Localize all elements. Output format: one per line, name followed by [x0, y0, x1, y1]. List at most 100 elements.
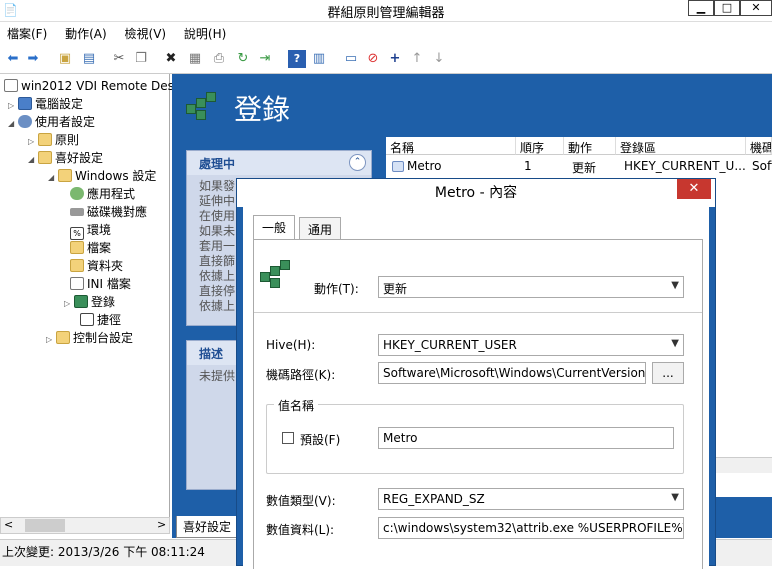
value-data-label: 數值資料(L): [266, 523, 335, 537]
scroll-left-icon[interactable]: < [4, 518, 13, 531]
toolbar: ⬅ ➡ ▣ ▤ ✂ ❐ ✖ ▦ ⎙ ↻ ⇥ ? ▥ ▭ ⊘ + ↑ ↓ [0, 44, 772, 74]
tree-item-drive-maps[interactable]: 磁碟機對應 [70, 203, 147, 221]
export-icon[interactable]: ⇥ [256, 50, 274, 68]
menu-view[interactable]: 檢視(V) [118, 22, 174, 42]
tree-item-preferences[interactable]: ◢ 喜好設定 [28, 149, 103, 167]
action-select[interactable]: 更新 ▼ [378, 276, 684, 298]
tree-item-policies[interactable]: ▷ 原則 [28, 131, 79, 149]
value-data-input[interactable]: c:\windows\system32\attrib.exe %USERPROF… [378, 517, 684, 539]
help-icon[interactable]: ? [288, 50, 306, 68]
print-icon[interactable]: ⎙ [210, 50, 228, 68]
row-key: Soft [752, 159, 772, 173]
collapse-icon[interactable]: ⌃ [349, 154, 366, 171]
window-title: 群組原則管理編輯器 [327, 6, 445, 21]
files-icon [70, 241, 84, 254]
row-hive: HKEY_CURRENT_U... [624, 159, 746, 173]
move-up-icon[interactable]: ↑ [408, 50, 426, 68]
forward-icon[interactable]: ➡ [24, 50, 42, 68]
tree-item-control-panel[interactable]: ▷ 控制台設定 [46, 329, 133, 347]
drive-icon [70, 208, 84, 216]
list-blank-area [716, 177, 772, 497]
dialog-title: Metro - 內容 [237, 179, 715, 207]
value-type-select[interactable]: REG_EXPAND_SZ ▼ [378, 488, 684, 510]
pane-heading: 登錄 [234, 93, 291, 126]
chevron-down-icon: ▼ [671, 338, 679, 349]
chevron-down-icon: ▼ [671, 492, 679, 503]
folder-icon [38, 151, 52, 164]
registry-value-icon [392, 161, 404, 172]
pane-banner: 登錄 [172, 74, 772, 136]
console-tree: win2012 VDI Remote Desl ▷ 電腦設定 ◢ 使用者設定 ▷ 原則… [0, 74, 177, 518]
tree-item-applications[interactable]: 應用程式 [70, 185, 135, 203]
maximize-button[interactable]: □ [714, 0, 740, 16]
menu-bar: 檔案(F) 動作(A) 檢視(V) 說明(H) [0, 22, 772, 44]
back-icon[interactable]: ⬅ [4, 50, 22, 68]
tree-item-shortcuts[interactable]: 捷徑 [80, 311, 121, 329]
column-header-hive[interactable]: 登錄區 [616, 137, 746, 155]
hive-select[interactable]: HKEY_CURRENT_USER ▼ [378, 334, 684, 356]
dialog-close-button[interactable]: ✕ [677, 179, 711, 199]
tab-general[interactable]: 一般 [253, 215, 296, 240]
action-pane-icon[interactable]: ▥ [310, 50, 328, 68]
tree-item-windows-settings[interactable]: ◢ Windows 設定 [48, 167, 156, 185]
up-folder-icon[interactable]: ▣ [56, 50, 74, 68]
scroll-right-icon[interactable]: > [157, 518, 166, 531]
stop-icon[interactable]: ⊘ [364, 50, 382, 68]
scroll-thumb[interactable] [25, 519, 65, 532]
column-header-key[interactable]: 機碼 [746, 137, 772, 155]
tree-root[interactable]: win2012 VDI Remote Desl [4, 77, 177, 95]
default-checkbox[interactable] [282, 432, 294, 444]
new-item-icon[interactable]: ▭ [342, 50, 360, 68]
registry-item-icon [260, 258, 290, 288]
applications-icon [70, 187, 84, 200]
add-icon[interactable]: + [386, 50, 404, 68]
properties-icon[interactable]: ▦ [186, 50, 204, 68]
browse-button[interactable]: ... [652, 362, 684, 384]
tree-item-user-config[interactable]: ◢ 使用者設定 [8, 113, 95, 131]
tab-preferences[interactable]: 喜好設定 [176, 516, 238, 538]
column-header-order[interactable]: 順序 [516, 137, 564, 155]
folder-icon [58, 169, 72, 182]
hive-label: Hive(H): [266, 338, 316, 352]
menu-help[interactable]: 說明(H) [177, 22, 233, 42]
general-tab-panel: 動作(T): 更新 ▼ Hive(H): HKEY_CURRENT_USER ▼ 機… [253, 239, 703, 569]
close-button[interactable]: ✕ [740, 0, 772, 16]
row-order: 1 [524, 159, 532, 173]
processing-title: 處理中 [187, 151, 371, 175]
policy-doc-icon [4, 79, 18, 92]
registry-large-icon [186, 90, 216, 120]
key-path-input[interactable]: Software\Microsoft\Windows\CurrentVersio… [378, 362, 646, 384]
control-panel-icon [56, 331, 70, 344]
computer-icon [18, 97, 32, 110]
tree-item-computer-config[interactable]: ▷ 電腦設定 [8, 95, 83, 113]
shortcut-icon [80, 313, 94, 326]
menu-action[interactable]: 動作(A) [58, 22, 114, 42]
tree-item-folders[interactable]: 資料夾 [70, 257, 123, 275]
show-hide-tree-icon[interactable]: ▤ [80, 50, 98, 68]
tree-item-ini-files[interactable]: INI 檔案 [70, 275, 131, 293]
value-name-group-label: 值名稱 [274, 397, 319, 414]
minimize-button[interactable]: ▁ [688, 0, 714, 16]
divider [254, 312, 702, 313]
tree-item-environment[interactable]: % 環境 [70, 221, 111, 240]
properties-dialog: Metro - 內容 ✕ 一般 通用 動作(T): 更新 ▼ Hive(H): H… [236, 178, 716, 569]
list-horizontal-scrollbar[interactable] [714, 457, 772, 473]
move-down-icon[interactable]: ↓ [430, 50, 448, 68]
tree-item-files[interactable]: 檔案 [70, 239, 111, 257]
menu-file[interactable]: 檔案(F) [0, 22, 54, 42]
chevron-down-icon: ▼ [671, 280, 679, 291]
tree-item-registry[interactable]: ▷ 登錄 [64, 293, 115, 311]
refresh-icon[interactable]: ↻ [234, 50, 252, 68]
column-header-name[interactable]: 名稱 [386, 137, 516, 155]
user-icon [18, 115, 32, 128]
value-type-label: 數值類型(V): [266, 494, 336, 508]
delete-icon[interactable]: ✖ [162, 50, 180, 68]
tab-common[interactable]: 通用 [299, 217, 342, 239]
key-path-label: 機碼路徑(K): [266, 368, 336, 382]
cut-icon[interactable]: ✂ [110, 50, 128, 68]
value-name-input[interactable]: Metro [378, 427, 674, 449]
registry-icon [74, 295, 88, 308]
column-header-action[interactable]: 動作 [564, 137, 616, 155]
copy-icon[interactable]: ❐ [132, 50, 150, 68]
tree-horizontal-scrollbar[interactable]: < > [0, 517, 170, 534]
